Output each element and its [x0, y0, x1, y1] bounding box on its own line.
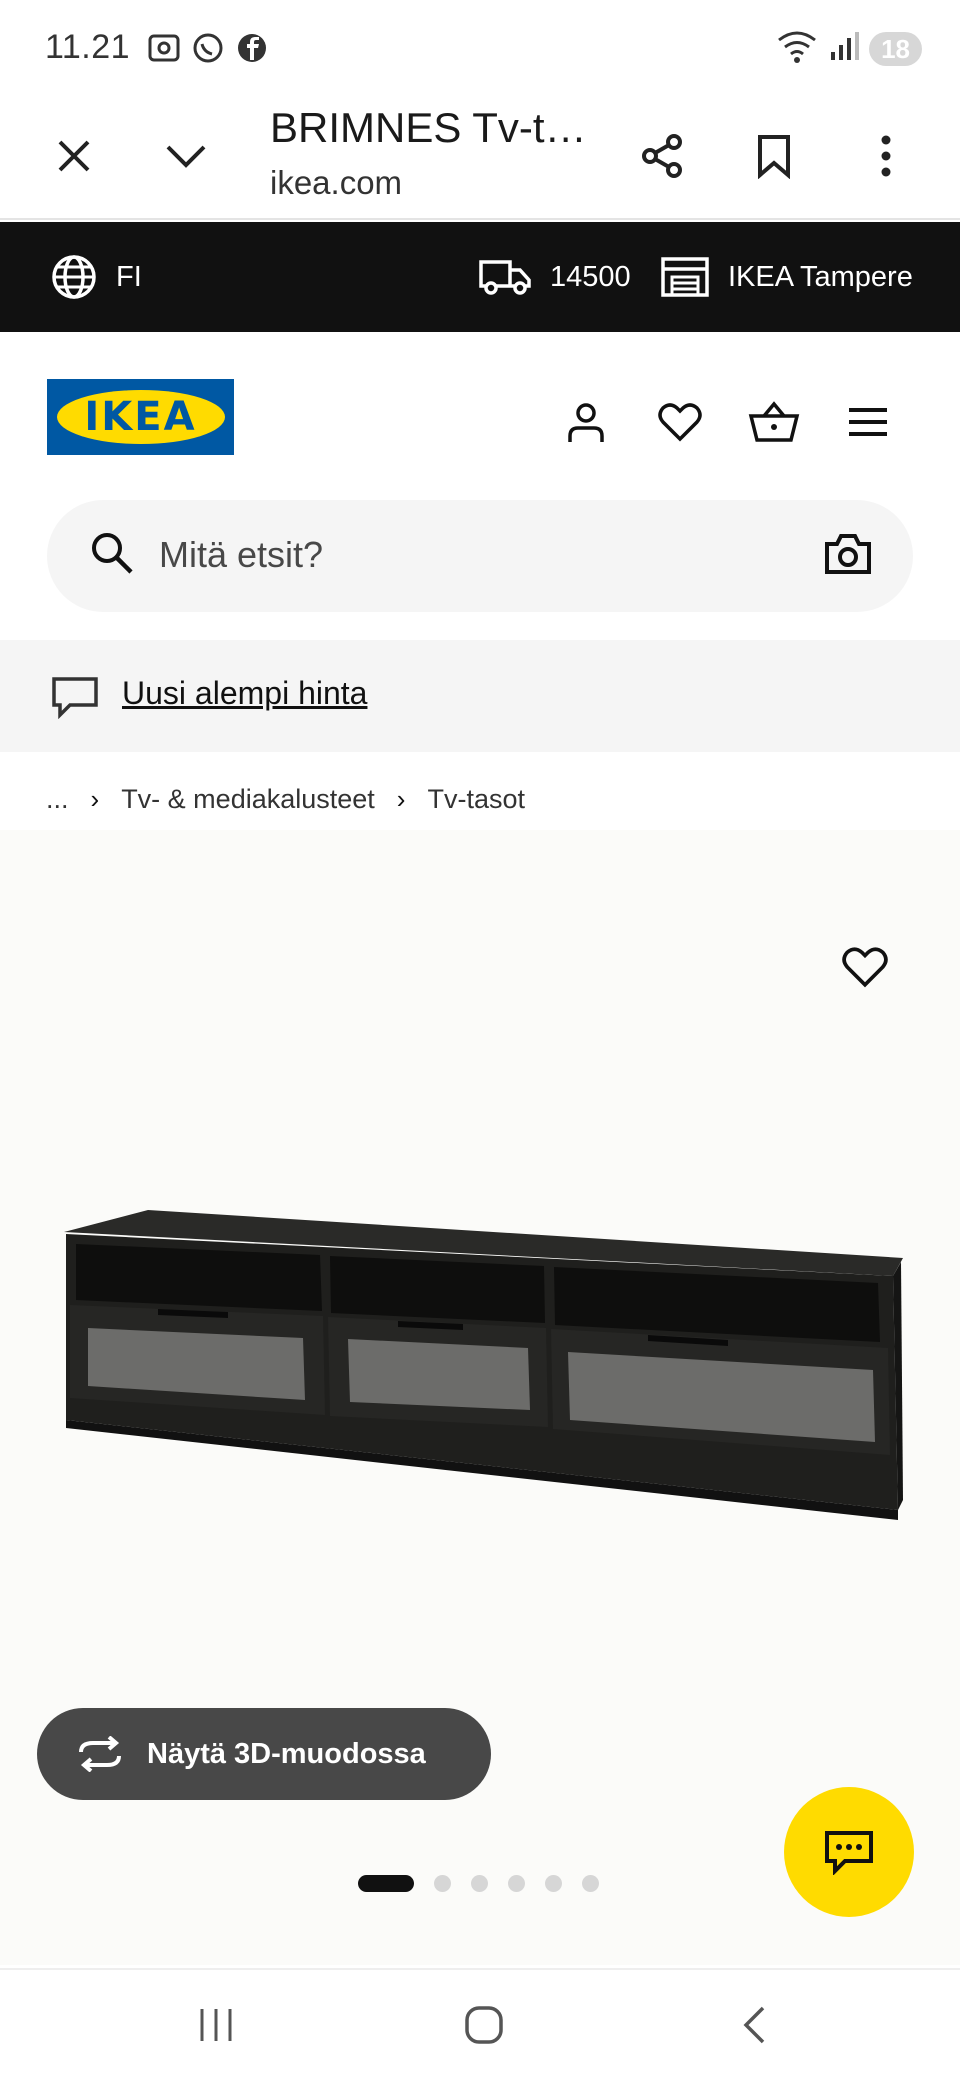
logo-text: IKEA [84, 394, 197, 440]
heart-icon [658, 403, 702, 442]
chevron-down-icon [166, 145, 206, 168]
search-bar[interactable]: Mitä etsit? [47, 500, 913, 612]
breadcrumb: ... › Tv- & mediakalusteet › Tv-tasot [46, 784, 525, 815]
chat-icon [825, 1831, 873, 1875]
status-time: 11.21 [45, 28, 131, 66]
close-tab-button[interactable] [38, 120, 110, 192]
search-input[interactable]: Mitä etsit? [159, 534, 323, 576]
view-in-3d-label: Näytä 3D-muodossa [147, 1737, 426, 1770]
system-navigation-bar [0, 1968, 960, 2080]
carousel-dot[interactable] [545, 1875, 562, 1892]
globe-icon [52, 255, 96, 299]
store-info-bar: FI 14500 IKEA Tampere [0, 222, 960, 332]
new-lower-price-link[interactable]: Uusi alempi hinta [122, 675, 367, 712]
carousel-indicator [358, 1875, 599, 1892]
hamburger-menu-icon [849, 408, 887, 436]
chevron-right-icon: › [396, 784, 406, 814]
wifi-icon [775, 28, 819, 69]
account-button[interactable] [556, 392, 616, 452]
page-url[interactable]: ikea.com [270, 164, 402, 202]
status-bar: 11.21 18 [0, 0, 960, 92]
whatsapp-icon [190, 30, 226, 71]
site-header: IKEA [0, 332, 960, 477]
share-icon [642, 134, 682, 178]
wishlist-button[interactable] [650, 392, 710, 452]
breadcrumb-ellipsis[interactable]: ... [46, 784, 69, 815]
share-button[interactable] [626, 120, 698, 192]
carousel-dot[interactable] [471, 1875, 488, 1892]
language-selector[interactable]: FI [50, 222, 142, 332]
add-to-favourites-button[interactable] [842, 946, 888, 993]
store-icon [661, 257, 709, 297]
bookmark-button[interactable] [738, 120, 810, 192]
postal-code-selector[interactable]: 14500 [478, 222, 631, 332]
facebook-icon [234, 30, 270, 71]
back-icon [743, 2006, 765, 2044]
carousel-dot[interactable] [434, 1875, 451, 1892]
home-icon [465, 2006, 503, 2044]
screenshot-icon [146, 30, 182, 71]
signal-icon [829, 30, 860, 67]
recent-apps-button[interactable] [186, 2000, 246, 2050]
logo-oval: IKEA [56, 390, 225, 444]
chat-button[interactable] [784, 1787, 914, 1917]
rotate-3d-icon [79, 1736, 121, 1772]
battery-indicator: 18 [869, 31, 922, 66]
search-icon [87, 528, 137, 583]
menu-button[interactable] [838, 392, 898, 452]
ikea-logo[interactable]: IKEA [47, 379, 234, 455]
home-button[interactable] [454, 2000, 514, 2050]
more-icon [881, 135, 891, 177]
user-icon [568, 403, 604, 442]
recent-apps-icon [200, 2009, 232, 2041]
store-label: IKEA Tampere [728, 260, 913, 293]
breadcrumb-tv-media[interactable]: Tv- & mediakalusteet [121, 784, 375, 815]
shopping-basket-icon [748, 401, 800, 442]
view-in-3d-button[interactable]: Näytä 3D-muodossa [37, 1708, 491, 1800]
delivery-truck-icon [479, 260, 531, 295]
close-icon [58, 140, 90, 172]
cart-button[interactable] [744, 392, 804, 452]
visual-search-button[interactable] [823, 530, 873, 583]
store-selector[interactable]: IKEA Tampere [660, 222, 913, 332]
postal-code-label: 14500 [550, 260, 631, 293]
product-image [64, 1210, 903, 1520]
speech-bubble-icon [50, 675, 100, 724]
language-label: FI [116, 260, 142, 293]
more-options-button[interactable] [850, 120, 922, 192]
browser-toolbar: BRIMNES Tv-t… ikea.com [0, 92, 960, 220]
carousel-dot[interactable] [508, 1875, 525, 1892]
minimize-button[interactable] [150, 120, 222, 192]
breadcrumb-tv-stands[interactable]: Tv-tasot [427, 784, 525, 815]
chevron-right-icon: › [90, 784, 100, 814]
bookmark-icon [758, 135, 790, 179]
carousel-dot[interactable] [582, 1875, 599, 1892]
page-title: BRIMNES Tv-t… [270, 104, 587, 151]
promo-banner: Uusi alempi hinta [0, 640, 960, 752]
camera-icon [825, 534, 871, 574]
back-button[interactable] [724, 2000, 784, 2050]
heart-icon [842, 947, 888, 988]
carousel-dot-active[interactable] [358, 1875, 414, 1892]
